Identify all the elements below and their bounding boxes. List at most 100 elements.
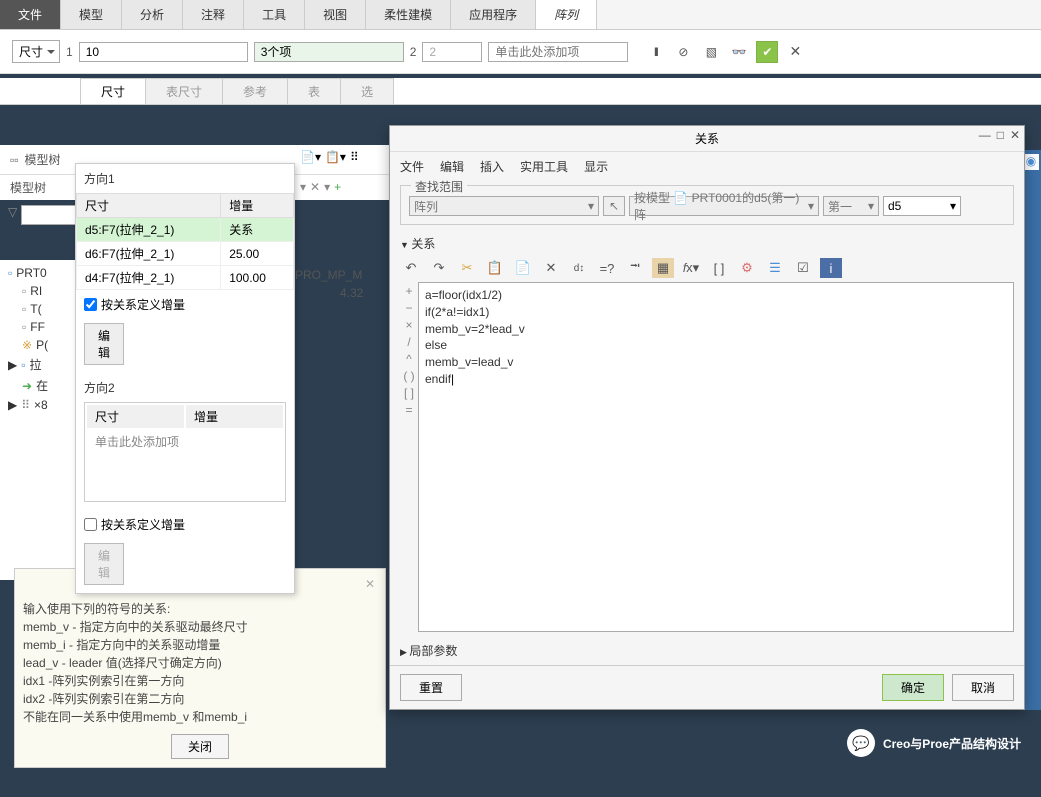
delete-icon[interactable]: ✕ xyxy=(540,258,562,278)
type-select[interactable]: 尺寸 xyxy=(12,40,60,63)
help-close-button[interactable]: 关闭 xyxy=(171,734,229,759)
fx-icon[interactable]: fx▾ xyxy=(680,258,702,278)
dir2-relation-checkbox[interactable] xyxy=(84,518,97,531)
tree-tab-icon: ▫▫ xyxy=(10,153,19,167)
ribbon-tab-model[interactable]: 模型 xyxy=(61,0,122,29)
search-type-select[interactable]: 阵列▾ xyxy=(409,196,599,216)
ribbon-tab-pattern[interactable]: 阵列 xyxy=(536,0,597,29)
dir2-items-input[interactable] xyxy=(488,42,628,62)
dir2-checkbox-row[interactable]: 按关系定义增量 xyxy=(76,510,294,539)
dir1-edit-button[interactable]: 编辑 xyxy=(84,323,124,365)
menu-file[interactable]: 文件 xyxy=(400,158,424,175)
pick-icon[interactable]: ↖ xyxy=(603,196,625,216)
cancel-icon[interactable]: ⊘ xyxy=(672,41,694,63)
ribbon-tab-analysis[interactable]: 分析 xyxy=(122,0,183,29)
menu-edit[interactable]: 编辑 xyxy=(440,158,464,175)
local-params-header[interactable]: 局部参数 xyxy=(400,638,1014,663)
dir1-checkbox-label: 按关系定义增量 xyxy=(101,296,185,313)
dir1-title: 方向1 xyxy=(76,164,294,193)
cut-icon[interactable]: ✂ xyxy=(456,258,478,278)
brackets-icon[interactable]: [ ] xyxy=(708,258,730,278)
behind-row2: ▾✕▾+ xyxy=(300,180,341,194)
search-legend: 查找范围 xyxy=(411,178,467,195)
check-icon[interactable]: ☑ xyxy=(792,258,814,278)
menu-display[interactable]: 显示 xyxy=(584,158,608,175)
sort-icon[interactable]: ☰ xyxy=(764,258,786,278)
subtab-dim[interactable]: 尺寸 xyxy=(80,78,146,104)
dir1-count-input[interactable] xyxy=(79,42,248,62)
subtab-tabledim[interactable]: 表尺寸 xyxy=(145,78,223,104)
minimize-icon[interactable]: — xyxy=(979,128,991,142)
dir1-row[interactable]: d4:F7(拉伸_2_1)100.00 xyxy=(77,266,294,290)
relations-editor[interactable]: a=floor(idx1/2) if(2*a!=idx1) memb_v=2*l… xyxy=(418,282,1014,632)
dir1-row[interactable]: d5:F7(拉伸_2_1)关系 xyxy=(77,218,294,242)
tree-item[interactable]: ▶ ⠿×8 xyxy=(4,396,76,414)
editor-gutter: +−×/^( )[ ]= xyxy=(400,282,418,632)
tree-root[interactable]: ▫PRT0 xyxy=(4,264,76,282)
tree-label: 模型树 xyxy=(10,179,46,196)
equals-icon[interactable]: =? xyxy=(596,258,618,278)
confirm-icon[interactable]: ✔ xyxy=(756,41,778,63)
ribbon-tab-flex[interactable]: 柔性建模 xyxy=(366,0,451,29)
wechat-icon: 💬 xyxy=(847,729,875,757)
close-window-icon[interactable]: ✕ xyxy=(1010,128,1020,142)
tree-item[interactable]: ▶ ▫拉 xyxy=(4,354,76,375)
subtab-ref[interactable]: 参考 xyxy=(222,78,288,104)
subtab-opt[interactable]: 选 xyxy=(340,78,394,104)
behind-file: PRO_MP_M xyxy=(295,268,362,282)
model-tree: ▫PRT0 ▫RI ▫T( ▫FF ※P( ▶ ▫拉 ➜在 ▶ ⠿×8 xyxy=(0,260,80,580)
tree-item[interactable]: ▫RI xyxy=(4,282,76,300)
filter-input[interactable] xyxy=(21,205,81,225)
subtab-table[interactable]: 表 xyxy=(287,78,341,104)
menu-utils[interactable]: 实用工具 xyxy=(520,158,568,175)
search-model-select[interactable]: 按模型 📄 PRT0001的d5(第一)阵▾ xyxy=(629,196,819,216)
redo-icon[interactable]: ↷ xyxy=(428,258,450,278)
pattern-controls: 尺寸 1 2 II ⊘ ▧ 👓 ✔ ✕ xyxy=(0,30,1041,74)
close-icon[interactable]: ✕ xyxy=(784,41,806,63)
paste-icon[interactable]: 📄 xyxy=(512,258,534,278)
relations-title: 关系 xyxy=(695,132,719,146)
dir2-add-row[interactable]: 单击此处添加项 xyxy=(87,430,283,453)
ribbon-tab-view[interactable]: 视图 xyxy=(305,0,366,29)
dir1-relation-checkbox[interactable] xyxy=(84,298,97,311)
inspect-icon[interactable]: ▧ xyxy=(700,41,722,63)
tree-item[interactable]: ▫FF xyxy=(4,318,76,336)
ribbon-tab-apps[interactable]: 应用程序 xyxy=(451,0,536,29)
info-icon[interactable]: i xyxy=(820,258,842,278)
right-expand-icon[interactable]: ◉ xyxy=(1023,154,1039,170)
search-first-select[interactable]: 第一▾ xyxy=(823,196,879,216)
goto-icon[interactable]: ⭲ xyxy=(624,258,646,278)
relations-section-header[interactable]: 关系 xyxy=(400,233,1014,254)
dir1-items-input[interactable] xyxy=(254,42,404,62)
relations-titlebar: 关系 — □ ✕ xyxy=(390,126,1024,152)
search-dim-select[interactable]: d5▾ xyxy=(883,196,961,216)
filter-icon[interactable]: ▽ xyxy=(8,205,17,225)
validate-icon[interactable]: ⚙ xyxy=(736,258,758,278)
tree-item[interactable]: ➜在 xyxy=(4,375,76,396)
undo-icon[interactable]: ↶ xyxy=(400,258,422,278)
tree-header: 模型树 xyxy=(25,151,61,168)
reset-button[interactable]: 重置 xyxy=(400,674,462,701)
help-body: 输入使用下列的符号的关系: memb_v - 指定方向中的关系驱动最终尺寸 me… xyxy=(23,600,377,726)
dir1-checkbox-row[interactable]: 按关系定义增量 xyxy=(76,290,294,319)
ribbon-tab-file[interactable]: 文件 xyxy=(0,0,61,29)
cancel-button[interactable]: 取消 xyxy=(952,674,1014,701)
glasses-icon[interactable]: 👓 xyxy=(728,41,750,63)
help-close-icon[interactable]: ✕ xyxy=(365,577,375,591)
maximize-icon[interactable]: □ xyxy=(997,128,1004,142)
ribbon-tab-annotate[interactable]: 注释 xyxy=(183,0,244,29)
dir1-row[interactable]: d6:F7(拉伸_2_1)25.00 xyxy=(77,242,294,266)
highlight-icon[interactable]: ▦ xyxy=(652,258,674,278)
ok-button[interactable]: 确定 xyxy=(882,674,944,701)
ribbon-tab-tools[interactable]: 工具 xyxy=(244,0,305,29)
menu-insert[interactable]: 插入 xyxy=(480,158,504,175)
search-scope-group: 查找范围 阵列▾ ↖ 按模型 📄 PRT0001的d5(第一)阵▾ 第一▾ d5… xyxy=(400,185,1014,225)
tree-item[interactable]: ※P( xyxy=(4,336,76,354)
dir2-count-input[interactable] xyxy=(422,42,482,62)
dir2-table: 尺寸增量 单击此处添加项 xyxy=(84,402,286,502)
units-icon[interactable]: d↕ xyxy=(568,258,590,278)
tree-item[interactable]: ▫T( xyxy=(4,300,76,318)
pause-icon[interactable]: II xyxy=(644,41,666,63)
copy-icon[interactable]: 📋 xyxy=(484,258,506,278)
direction-panel: 方向1 尺寸增量 d5:F7(拉伸_2_1)关系 d6:F7(拉伸_2_1)25… xyxy=(75,163,295,594)
